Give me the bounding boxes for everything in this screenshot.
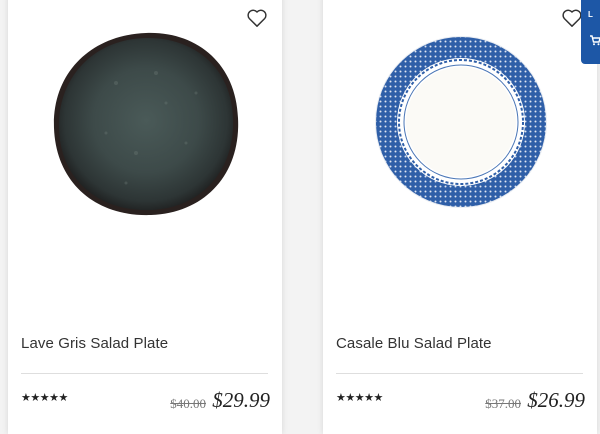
rating-stars: ★★★★★ <box>336 392 383 404</box>
side-tab-label: L <box>588 10 593 19</box>
product-card-lave-gris[interactable]: Lave Gris Salad Plate ★★★★★ $40.00 $29.9… <box>8 0 282 434</box>
cart-icon <box>590 35 600 46</box>
side-cart-tab[interactable]: L <box>581 0 600 64</box>
product-image-casale-blu[interactable] <box>323 0 597 294</box>
original-price: $37.00 <box>485 396 521 411</box>
rating-stars: ★★★★★ <box>21 392 68 404</box>
divider <box>336 373 583 374</box>
product-title[interactable]: Lave Gris Salad Plate <box>21 335 168 352</box>
product-image-lave-gris[interactable] <box>8 0 282 294</box>
product-title[interactable]: Casale Blu Salad Plate <box>336 335 492 352</box>
original-price: $40.00 <box>170 396 206 411</box>
product-card-casale-blu[interactable]: Casale Blu Salad Plate ★★★★★ $37.00 $26.… <box>323 0 597 434</box>
sale-price: $29.99 <box>212 388 270 412</box>
divider <box>21 373 268 374</box>
sale-price: $26.99 <box>527 388 585 412</box>
